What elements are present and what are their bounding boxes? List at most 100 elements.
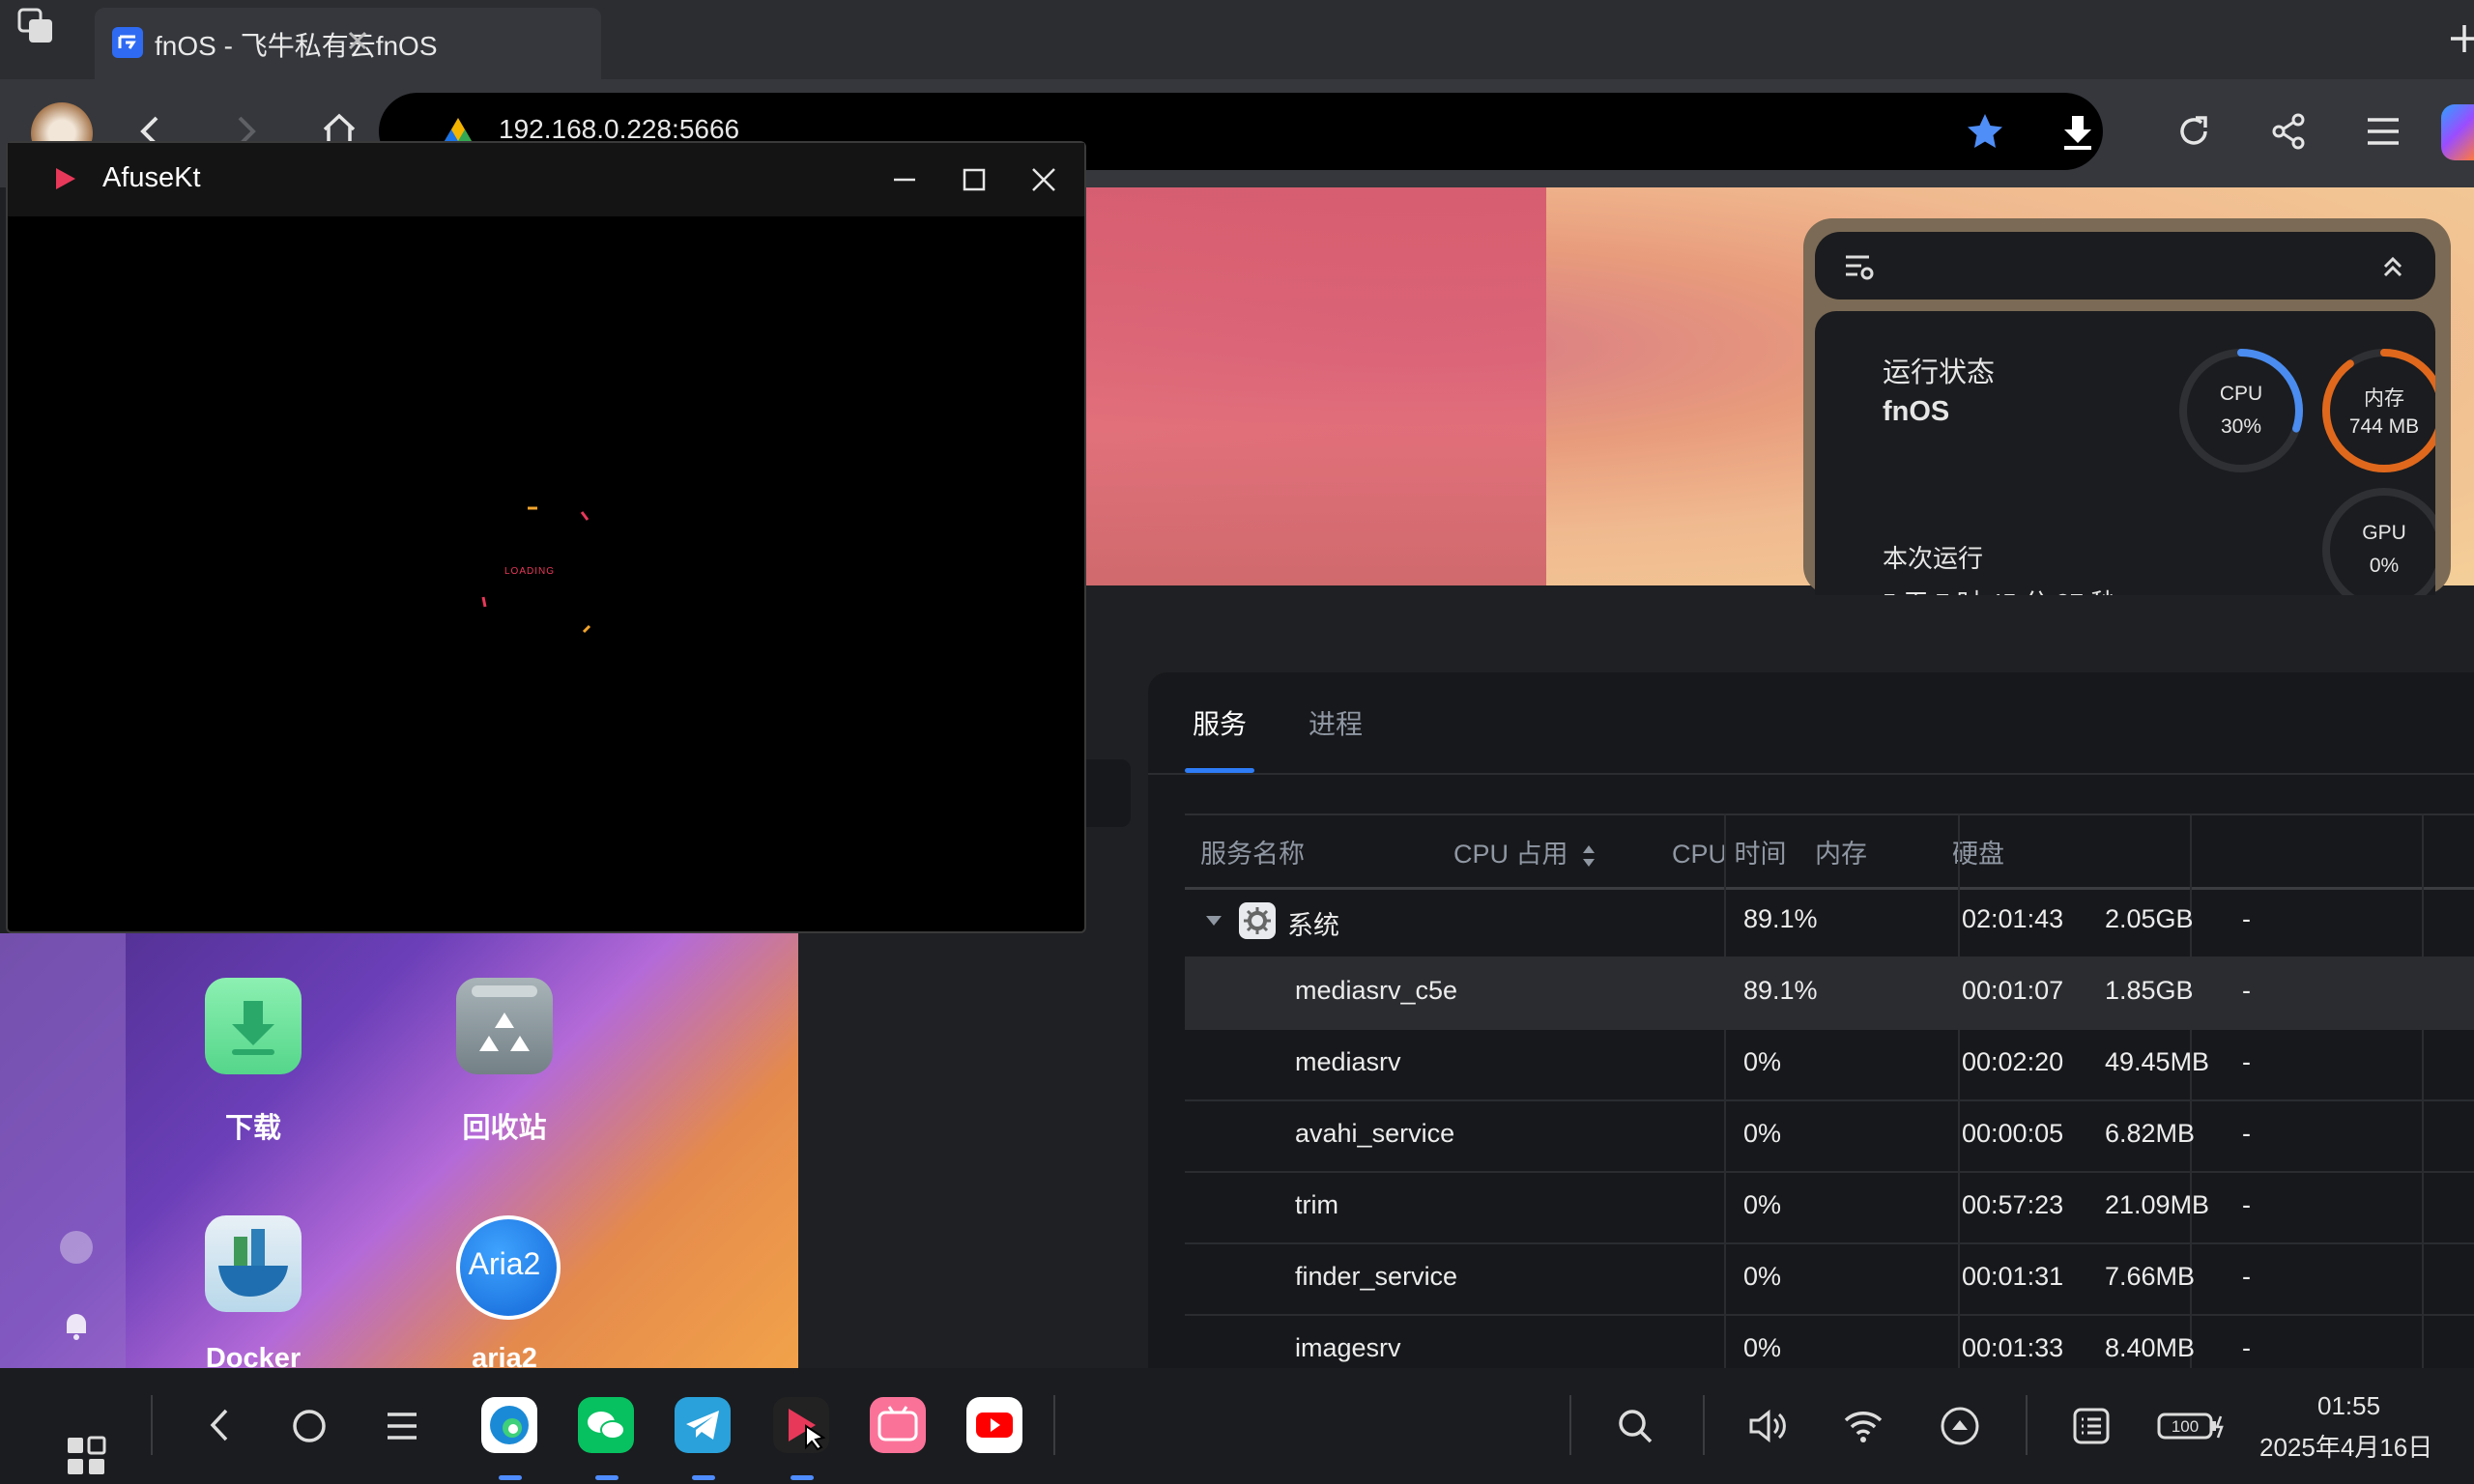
table-row[interactable]: mediasrv_c5e 89.1% 00:01:07 1.85GB -: [1185, 956, 2474, 1030]
nav-recents-icon[interactable]: [385, 1409, 419, 1443]
row-disk: -: [2242, 1190, 2251, 1219]
group-cpu: 89.1%: [1743, 904, 1818, 933]
battery-level: 100: [2171, 1417, 2200, 1436]
row-name: finder_service: [1295, 1262, 1458, 1291]
col-disk[interactable]: 硬盘: [1952, 833, 2004, 870]
bilibili-app-icon[interactable]: [870, 1397, 926, 1453]
close-icon[interactable]: [1030, 166, 1057, 193]
reload-icon[interactable]: [2174, 112, 2213, 151]
table-row[interactable]: imagesrv 0% 00:01:33 8.40MB -: [1185, 1314, 2474, 1368]
system-name: fnOS: [1883, 396, 1950, 427]
minimize-icon[interactable]: [891, 166, 918, 193]
afusekt-dock-icon[interactable]: [773, 1397, 829, 1453]
widget-settings-icon[interactable]: [1844, 253, 1875, 282]
battery-icon: 100: [2157, 1411, 2227, 1441]
row-disk: -: [2242, 1119, 2251, 1148]
table-row-group[interactable]: 系统 89.1% 02:01:43 2.05GB -: [1185, 885, 2474, 958]
search-icon[interactable]: [1616, 1407, 1654, 1445]
row-mem: 7.66MB: [2105, 1262, 2196, 1291]
telegram-app-icon[interactable]: [675, 1397, 731, 1453]
loading-spinner: LOADING: [464, 489, 618, 653]
col-memory[interactable]: 内存: [1815, 833, 1867, 870]
row-name: mediasrv: [1295, 1047, 1401, 1076]
col-cpu-usage[interactable]: CPU 占用: [1453, 833, 1597, 870]
row-mem: 6.82MB: [2105, 1119, 2196, 1148]
volume-icon[interactable]: [1747, 1407, 1790, 1445]
docker-app-icon[interactable]: [205, 1215, 302, 1312]
desktop-icon-label: Docker: [205, 1343, 302, 1368]
menu-icon[interactable]: [2364, 114, 2402, 149]
recycle-bin-app-icon[interactable]: [456, 978, 553, 1074]
gpu-label: GPU: [2362, 522, 2406, 544]
system-gear-icon: [1239, 902, 1276, 939]
tabs-divider: [1148, 773, 2474, 775]
taskbar-separator: [151, 1395, 153, 1455]
memory-label: 内存: [2364, 387, 2404, 410]
taskbar-separator: [1569, 1395, 1571, 1455]
monitor-widget-body: 运行状态 fnOS 本次运行 5 天 7 时 45 分 27 秒 CPU 30%…: [1815, 311, 2435, 595]
tab-overview-icon[interactable]: [17, 8, 56, 46]
wechat-app-icon[interactable]: [578, 1397, 634, 1453]
monitor-widget-header: [1815, 232, 2435, 300]
table-row[interactable]: avahi_service 0% 00:00:05 6.82MB -: [1185, 1099, 2474, 1173]
row-disk: -: [2242, 1262, 2251, 1291]
row-name: imagesrv: [1295, 1333, 1401, 1362]
control-center-icon[interactable]: [1939, 1405, 1981, 1447]
table-row[interactable]: trim 0% 00:57:23 21.09MB -: [1185, 1171, 2474, 1244]
row-disk: -: [2242, 1047, 2251, 1076]
row-cpu: 89.1%: [1743, 976, 1818, 1005]
tab-processes[interactable]: 进程: [1309, 703, 1363, 742]
download-icon[interactable]: [2057, 110, 2099, 153]
row-name: trim: [1295, 1190, 1338, 1219]
bookmark-star-icon[interactable]: [1964, 110, 2006, 153]
download-app-icon[interactable]: [205, 978, 302, 1074]
app-grid-icon[interactable]: [66, 1436, 106, 1476]
browser-tab-active[interactable]: fnOS - 飞牛私有云fnOS: [95, 8, 601, 79]
clock-time[interactable]: 01:55: [2317, 1391, 2380, 1421]
notification-list-icon[interactable]: [2072, 1407, 2111, 1445]
uptime-value: 5 天 7 时 45 分 27 秒: [1883, 584, 2115, 595]
taskbar-separator: [1053, 1395, 1055, 1455]
gpu-value: 0%: [2369, 555, 2400, 577]
row-time: 00:00:05: [1962, 1119, 2064, 1148]
gpu-gauge: GPU 0%: [2319, 485, 2435, 595]
desktop-icon-label: 回收站: [462, 1113, 547, 1144]
clock-date[interactable]: 2025年4月16日: [2259, 1428, 2432, 1464]
taskbar-separator: [2026, 1395, 2028, 1455]
memory-gauge: 内存 744 MB: [2319, 346, 2435, 475]
transfer-icon[interactable]: [60, 1231, 93, 1264]
wifi-icon[interactable]: [1842, 1407, 1884, 1445]
desktop-side-rail: [0, 933, 126, 1368]
window-title-bar[interactable]: AfuseKt: [8, 143, 1084, 216]
row-cpu: 0%: [1743, 1190, 1782, 1219]
group-time: 02:01:43: [1962, 904, 2064, 933]
collapse-icon[interactable]: [2379, 253, 2406, 280]
row-cpu: 0%: [1743, 1047, 1782, 1076]
col-service-name[interactable]: 服务名称: [1200, 833, 1305, 870]
table-header: 服务名称 CPU 占用 CPU 时间 内存 硬盘: [1185, 813, 2474, 890]
aria2-app-icon[interactable]: Aria2: [456, 1215, 561, 1320]
new-tab-icon[interactable]: [2447, 21, 2474, 56]
sort-icon[interactable]: [1581, 842, 1597, 870]
group-mem: 2.05GB: [2105, 904, 2194, 933]
table-row[interactable]: mediasrv 0% 00:02:20 49.45MB -: [1185, 1028, 2474, 1101]
row-mem: 49.45MB: [2105, 1047, 2210, 1076]
cpu-label: CPU: [2219, 383, 2263, 405]
share-icon[interactable]: [2269, 112, 2308, 151]
tab-services[interactable]: 服务: [1193, 703, 1247, 742]
edge-app-icon[interactable]: [481, 1397, 537, 1453]
maximize-icon[interactable]: [961, 166, 988, 193]
expand-caret-icon[interactable]: [1204, 914, 1223, 928]
desktop-icon-label: 下载: [224, 1113, 281, 1144]
notification-bell-icon[interactable]: [60, 1308, 93, 1341]
row-time: 00:01:07: [1962, 976, 2064, 1005]
copilot-icon[interactable]: [2441, 104, 2474, 160]
row-cpu: 0%: [1743, 1333, 1782, 1362]
nav-back-icon[interactable]: [205, 1405, 234, 1445]
row-name: mediasrv_c5e: [1295, 976, 1458, 1005]
tab-close-icon[interactable]: [344, 27, 371, 54]
nav-home-icon[interactable]: [292, 1409, 327, 1443]
table-row[interactable]: finder_service 0% 00:01:31 7.66MB -: [1185, 1242, 2474, 1316]
col-cpu-time[interactable]: CPU 时间: [1672, 833, 1787, 870]
youtube-app-icon[interactable]: [966, 1397, 1022, 1453]
